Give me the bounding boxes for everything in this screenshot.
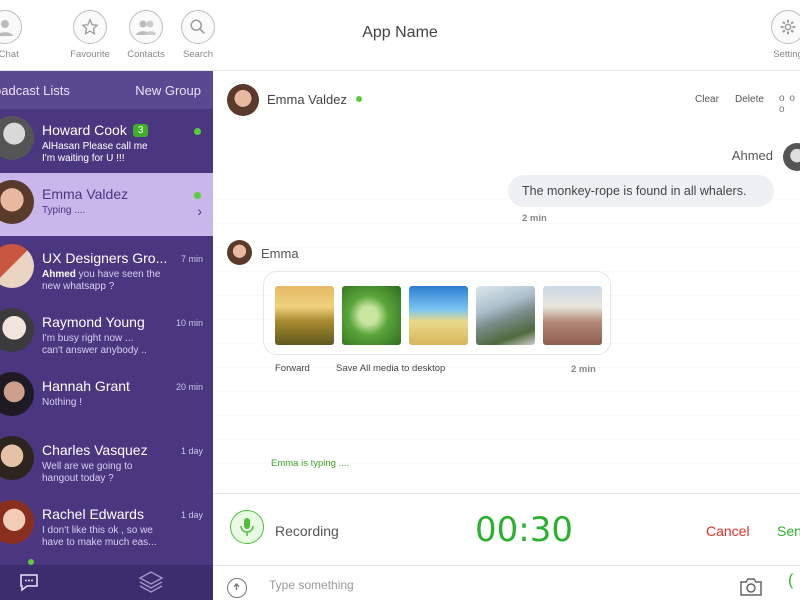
broadcast-lists-link[interactable]: oadcast Lists xyxy=(0,83,70,98)
contact-name: Emma Valdez xyxy=(42,186,129,202)
contact-name: Hannah Grant xyxy=(42,378,130,394)
message-time: 2 min xyxy=(571,364,596,375)
typing-status: Emma is typing .... xyxy=(271,458,350,469)
message-text: The monkey-rope is found in all whalers. xyxy=(522,184,747,198)
chat-header: Emma Valdez Clear Delete o o o xyxy=(213,71,800,129)
settings-label: Setting xyxy=(773,49,800,60)
message-time: 1 day xyxy=(180,510,203,520)
media-message xyxy=(263,271,611,355)
contact-row[interactable]: Emma Valdez Typing .... › xyxy=(0,173,213,236)
recording-timer: 00:30 xyxy=(475,510,573,550)
composer-bar: ( xyxy=(213,565,800,600)
avatar xyxy=(783,143,800,171)
new-group-link[interactable]: New Group xyxy=(135,83,201,98)
media-thumbnail[interactable] xyxy=(409,286,468,345)
chat-pane: Emma Valdez Clear Delete o o o Ahmed The… xyxy=(213,71,800,600)
contact-message: AlHasan Please call me I'm waiting for U… xyxy=(42,141,148,164)
contact-row[interactable]: Howard Cook 3 AlHasan Please call me I'm … xyxy=(0,109,213,173)
star-icon xyxy=(73,10,107,44)
avatar xyxy=(227,84,259,116)
send-button-edge[interactable]: ( xyxy=(788,572,793,590)
contact-message: Typing .... xyxy=(42,205,86,216)
clear-button[interactable]: Clear xyxy=(695,94,719,105)
contact-name: Raymond Young xyxy=(42,314,145,330)
send-recording-button[interactable]: Sen xyxy=(777,523,800,539)
search-icon xyxy=(181,10,215,44)
message-time: 20 min xyxy=(175,382,203,392)
contact-row[interactable]: Raymond Young I'm busy right now ... can… xyxy=(0,301,213,365)
recording-label: Recording xyxy=(275,523,339,539)
chat-contact-name: Emma Valdez xyxy=(267,92,347,107)
search-button[interactable]: Search xyxy=(168,10,228,60)
contact-message: Nothing ! xyxy=(42,397,83,408)
unread-badge: 3 xyxy=(132,124,149,137)
save-all-media-link[interactable]: Save All media to desktop xyxy=(336,363,445,374)
contact-name: UX Designers Gro... xyxy=(42,250,168,266)
microphone-icon[interactable] xyxy=(230,510,264,544)
contact-row[interactable]: Rachel Edwards I don't like this ok , so… xyxy=(0,493,213,557)
contact-row[interactable]: Charles Vasquez Well are we going to han… xyxy=(0,429,213,493)
media-thumbnail[interactable] xyxy=(275,286,334,345)
sender-name: Emma xyxy=(261,246,299,261)
avatar xyxy=(0,500,34,544)
attach-icon[interactable] xyxy=(227,578,247,598)
message-time: 2 min xyxy=(522,213,547,224)
contact-name: Howard Cook 3 xyxy=(42,122,149,138)
chevron-right-icon: › xyxy=(197,203,202,219)
favourite-label: Favourite xyxy=(70,49,110,60)
contact-sidebar: oadcast Lists New Group Howard Cook 3 AlH… xyxy=(0,71,213,600)
contact-name: Charles Vasquez xyxy=(42,442,148,458)
avatar xyxy=(0,180,34,224)
media-thumbnail[interactable] xyxy=(476,286,535,345)
outgoing-message-bubble: The monkey-rope is found in all whalers. xyxy=(508,175,774,207)
sender-name: Ahmed xyxy=(731,148,773,163)
avatar xyxy=(0,308,34,352)
gear-icon xyxy=(771,10,800,44)
camera-icon[interactable] xyxy=(738,576,764,598)
more-options-icon[interactable]: o o o xyxy=(779,93,800,115)
contact-message: Well are we going to hangout today ? xyxy=(42,461,133,484)
contact-name: Rachel Edwards xyxy=(42,506,144,522)
sidebar-footer xyxy=(0,559,213,600)
sidebar-header: oadcast Lists New Group xyxy=(0,71,213,109)
message-time: 10 min xyxy=(175,318,203,328)
message-input[interactable] xyxy=(269,578,669,592)
contact-message: Ahmed you have seen the new whatsapp ? xyxy=(42,269,161,292)
search-label: Search xyxy=(182,49,214,60)
top-toolbar: v Chat Favourite Contacts Search App Nam… xyxy=(0,0,800,71)
avatar-icon xyxy=(0,10,22,44)
cancel-recording-button[interactable]: Cancel xyxy=(706,523,750,539)
contacts-button[interactable]: Contacts xyxy=(116,10,176,60)
delete-button[interactable]: Delete xyxy=(735,94,764,105)
media-thumbnail[interactable] xyxy=(543,286,602,345)
contact-row[interactable]: Hannah Grant Nothing ! 20 min xyxy=(0,365,213,429)
online-indicator xyxy=(356,96,362,102)
avatar xyxy=(0,372,34,416)
avatar xyxy=(0,116,34,160)
new-chat-label: v Chat xyxy=(0,49,19,60)
contact-row[interactable]: UX Designers Gro... Ahmed you have seen … xyxy=(0,237,213,301)
chats-indicator xyxy=(28,559,34,565)
contacts-label: Contacts xyxy=(127,49,165,60)
online-indicator xyxy=(194,128,201,135)
contacts-icon xyxy=(129,10,163,44)
contact-message: I don't like this ok , so we have to mak… xyxy=(42,525,157,548)
favourite-button[interactable]: Favourite xyxy=(60,10,120,60)
chats-icon[interactable] xyxy=(18,571,44,595)
online-indicator xyxy=(194,192,201,199)
recording-bar: Recording 00:30 Cancel Sen xyxy=(213,493,800,565)
media-thumbnail[interactable] xyxy=(342,286,401,345)
new-chat-button[interactable]: v Chat xyxy=(0,10,35,60)
forward-link[interactable]: Forward xyxy=(275,363,310,374)
layers-icon[interactable] xyxy=(137,569,165,595)
avatar xyxy=(227,240,252,265)
group-avatar xyxy=(0,244,34,288)
settings-button[interactable]: Setting xyxy=(758,10,800,60)
contact-message: I'm busy right now ... can't answer anyb… xyxy=(42,333,147,356)
message-time: 7 min xyxy=(180,254,203,264)
app-title: App Name xyxy=(362,24,438,41)
message-time: 1 day xyxy=(180,446,203,456)
avatar xyxy=(0,436,34,480)
